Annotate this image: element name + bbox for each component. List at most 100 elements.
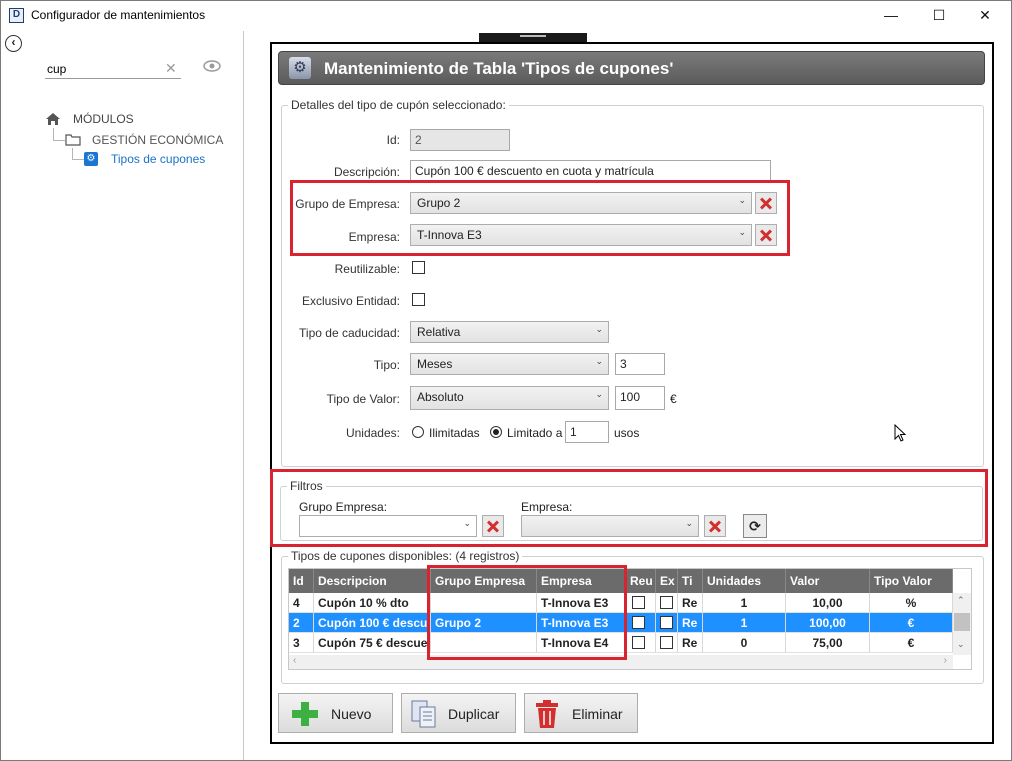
minimize-button[interactable]: — bbox=[868, 4, 914, 26]
reu-checkbox[interactable] bbox=[632, 616, 645, 629]
maximize-button[interactable]: ☐ bbox=[916, 4, 962, 26]
chevron-down-icon: ⌄ bbox=[738, 227, 746, 237]
caducidad-label: Tipo de caducidad: bbox=[299, 326, 400, 340]
cell-reu bbox=[626, 633, 656, 653]
vertical-scrollbar[interactable]: ⌃ ⌄ bbox=[953, 593, 971, 655]
clear-empresa-button[interactable] bbox=[755, 224, 777, 246]
grupo-empresa-value: Grupo 2 bbox=[417, 196, 461, 210]
col-header[interactable]: Empresa bbox=[537, 569, 626, 593]
clear-filter-empresa-button[interactable] bbox=[704, 515, 726, 537]
table-title: Tipos de cupones disponibles: bbox=[291, 549, 452, 563]
cell-reu bbox=[626, 593, 656, 613]
ilimitadas-radio[interactable] bbox=[412, 426, 424, 438]
cell-unidades: 1 bbox=[703, 613, 786, 633]
back-arrow-icon[interactable]: ‹ bbox=[5, 35, 22, 52]
descripcion-field[interactable]: Cupón 100 € descuento en cuota y matrícu… bbox=[410, 160, 771, 182]
chevron-up-icon[interactable]: ⌃ bbox=[957, 595, 965, 606]
clear-filter-grupo-button[interactable] bbox=[482, 515, 504, 537]
tree-folder-gestion[interactable]: GESTIÓN ECONÓMICA bbox=[92, 133, 223, 147]
chevron-down-icon: ⌄ bbox=[685, 518, 693, 528]
reutilizable-checkbox[interactable] bbox=[412, 261, 425, 274]
col-header[interactable]: Tipo Valor bbox=[870, 569, 953, 593]
horizontal-scrollbar[interactable]: ‹ › bbox=[289, 655, 953, 669]
tipo-valor-value: Absoluto bbox=[417, 390, 464, 404]
col-header[interactable]: Grupo Empresa bbox=[431, 569, 537, 593]
cell-valor: 100,00 bbox=[786, 613, 870, 633]
tipo-valor-select[interactable]: Absoluto ⌄ bbox=[410, 386, 609, 410]
window-title: Configurador de mantenimientos bbox=[31, 8, 206, 22]
cell-ex bbox=[656, 613, 678, 633]
cell-ti: Re bbox=[678, 613, 703, 633]
settings-icon: ⚙ bbox=[289, 57, 311, 79]
ex-checkbox[interactable] bbox=[660, 636, 673, 649]
ex-checkbox[interactable] bbox=[660, 596, 673, 609]
search-input[interactable] bbox=[45, 59, 181, 79]
eye-icon[interactable] bbox=[203, 60, 221, 75]
duplicar-button[interactable]: Duplicar bbox=[401, 693, 516, 733]
cell-ex bbox=[656, 593, 678, 613]
cell-id: 4 bbox=[289, 593, 314, 613]
cell-ti: Re bbox=[678, 593, 703, 613]
drag-grip bbox=[520, 35, 546, 37]
home-icon bbox=[45, 112, 61, 129]
ex-checkbox[interactable] bbox=[660, 616, 673, 629]
exclusivo-checkbox[interactable] bbox=[412, 293, 425, 306]
caducidad-select[interactable]: Relativa ⌄ bbox=[410, 321, 609, 343]
app-icon: D bbox=[9, 8, 24, 23]
col-header[interactable]: Descripcion bbox=[314, 569, 431, 593]
reu-checkbox[interactable] bbox=[632, 636, 645, 649]
col-header[interactable]: Valor bbox=[786, 569, 870, 593]
cell-id: 3 bbox=[289, 633, 314, 653]
unidades-label: Unidades: bbox=[345, 426, 400, 440]
gear-icon: ⚙ bbox=[84, 152, 98, 166]
cell-ti: Re bbox=[678, 633, 703, 653]
tipo-number-field[interactable]: 3 bbox=[615, 353, 665, 375]
tipo-select[interactable]: Meses ⌄ bbox=[410, 353, 609, 375]
tipo-valor-label: Tipo de Valor: bbox=[326, 392, 400, 406]
limitado-number-field[interactable]: 1 bbox=[565, 421, 609, 443]
scroll-thumb[interactable] bbox=[954, 613, 970, 631]
clear-search-icon[interactable]: ✕ bbox=[165, 60, 177, 77]
col-header[interactable]: Ti bbox=[678, 569, 703, 593]
col-header[interactable]: Reu bbox=[626, 569, 656, 593]
table-legend: Tipos de cupones disponibles: (4 registr… bbox=[288, 549, 522, 563]
trash-icon bbox=[534, 699, 560, 732]
chevron-left-icon[interactable]: ‹ bbox=[293, 655, 296, 666]
tree-root-modulos[interactable]: MÓDULOS bbox=[73, 112, 134, 126]
record-count: (4 registros) bbox=[455, 549, 520, 563]
tipo-label: Tipo: bbox=[373, 358, 400, 372]
col-header[interactable]: Id bbox=[289, 569, 314, 593]
cell-descripcion: Cupón 10 % dto bbox=[314, 593, 431, 613]
cell-valor: 10,00 bbox=[786, 593, 870, 613]
filter-empresa-select[interactable]: ⌄ bbox=[521, 515, 699, 537]
chevron-down-icon: ⌄ bbox=[463, 518, 471, 528]
eliminar-button[interactable]: Eliminar bbox=[524, 693, 638, 733]
filter-grupo-select[interactable]: ⌄ bbox=[299, 515, 477, 537]
grupo-empresa-select[interactable]: Grupo 2 ⌄ bbox=[410, 192, 752, 214]
id-label: Id: bbox=[386, 133, 400, 147]
col-header[interactable]: Ex bbox=[656, 569, 678, 593]
nuevo-label: Nuevo bbox=[331, 706, 372, 722]
tree-item-tipos-cupones[interactable]: Tipos de cupones bbox=[111, 152, 205, 166]
cell-empresa: T-Innova E3 bbox=[537, 593, 626, 613]
chevron-right-icon[interactable]: › bbox=[944, 655, 947, 666]
nuevo-button[interactable]: Nuevo bbox=[278, 693, 393, 733]
valor-number-field[interactable]: 100 bbox=[615, 386, 665, 410]
close-window-button[interactable]: ✕ bbox=[962, 4, 1008, 26]
filters-legend: Filtros bbox=[290, 479, 323, 493]
duplicar-label: Duplicar bbox=[448, 706, 500, 722]
caducidad-value: Relativa bbox=[417, 325, 461, 339]
chevron-down-icon[interactable]: ⌄ bbox=[957, 639, 965, 650]
limitado-radio[interactable] bbox=[490, 426, 502, 438]
cell-id: 2 bbox=[289, 613, 314, 633]
col-header[interactable]: Unidades bbox=[703, 569, 786, 593]
reu-checkbox[interactable] bbox=[632, 596, 645, 609]
limitado-label: Limitado a bbox=[507, 426, 563, 440]
refresh-icon[interactable]: ⟳ bbox=[743, 514, 767, 538]
empresa-select[interactable]: T-Innova E3 ⌄ bbox=[410, 224, 752, 246]
clear-grupo-button[interactable] bbox=[755, 192, 777, 214]
cell-reu bbox=[626, 613, 656, 633]
exclusivo-label: Exclusivo Entidad: bbox=[301, 294, 400, 308]
cell-empresa: T-Innova E4 bbox=[537, 633, 626, 653]
cell-descripcion: Cupón 75 € descue bbox=[314, 633, 431, 653]
